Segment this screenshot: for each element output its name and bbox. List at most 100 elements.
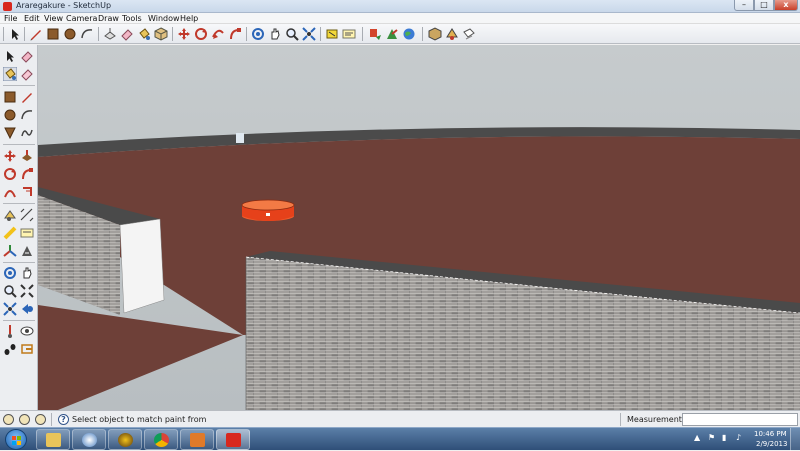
eraser-icon[interactable] [120, 27, 134, 41]
title-bar[interactable]: Araregakure - SketchUp – □ x [0, 0, 800, 13]
toolbar-separator [3, 320, 35, 321]
sketchup-logo-icon [3, 2, 12, 11]
rotate-icon[interactable] [194, 27, 208, 41]
credits-icon[interactable] [19, 414, 30, 425]
3d-text-icon[interactable] [20, 244, 34, 258]
taskbar-media-center[interactable] [180, 429, 214, 450]
eraser-icon[interactable] [20, 49, 34, 63]
tape-measure-icon[interactable] [325, 27, 339, 41]
axes-icon[interactable] [3, 244, 17, 258]
clock-date[interactable]: 2/9/2013 [756, 440, 787, 448]
pan-icon[interactable] [268, 27, 282, 41]
circle-icon[interactable] [63, 27, 77, 41]
menu-view[interactable]: View [44, 13, 63, 24]
get-models-icon[interactable] [368, 27, 382, 41]
offset-icon[interactable] [20, 185, 34, 199]
taskbar-file-explorer[interactable] [36, 429, 70, 450]
chrome-icon [154, 433, 169, 447]
arc-icon[interactable] [20, 108, 34, 122]
google-earth-icon[interactable] [402, 27, 416, 41]
paint-bucket-icon[interactable] [3, 67, 17, 81]
pencil-icon[interactable] [29, 27, 43, 41]
menu-camera[interactable]: Camera [66, 13, 97, 24]
menu-help[interactable]: Help [180, 13, 198, 24]
move-icon[interactable] [177, 27, 191, 41]
model-viewport[interactable] [38, 45, 800, 410]
text-icon[interactable] [20, 226, 34, 240]
select-icon[interactable] [8, 27, 22, 41]
freehand-icon[interactable] [20, 126, 34, 140]
styles-icon[interactable] [462, 27, 476, 41]
status-bar: ? Select object to match paint from Meas… [0, 410, 800, 427]
rotate-alt-icon[interactable] [211, 27, 225, 41]
windows-logo-icon [12, 436, 21, 445]
zoom-icon[interactable] [3, 284, 17, 298]
eraser-alt-icon[interactable] [20, 67, 34, 81]
orbit-icon[interactable] [3, 266, 17, 280]
show-desktop-button[interactable] [790, 428, 800, 451]
signin-icon[interactable] [35, 414, 46, 425]
follow-me-icon[interactable] [228, 27, 242, 41]
dimension-icon[interactable] [20, 208, 34, 222]
text-icon[interactable] [342, 27, 356, 41]
move-icon[interactable] [3, 149, 17, 163]
orbit-icon[interactable] [251, 27, 265, 41]
tray-flag-icon[interactable]: ⚑ [708, 433, 715, 442]
taskbar-chrome[interactable] [144, 429, 178, 450]
arc-icon[interactable] [80, 27, 94, 41]
start-button[interactable] [5, 429, 27, 450]
zoom-extents-icon[interactable] [302, 27, 316, 41]
windows-taskbar: ▲ ⚑ ▮ ♪ 10:46 PM 2/9/2013 [0, 427, 800, 451]
rotate-icon[interactable] [3, 167, 17, 181]
scale-icon[interactable] [3, 185, 17, 199]
toolbar-grip [3, 27, 4, 41]
previous-view-icon[interactable] [20, 302, 34, 316]
follow-me-icon[interactable] [20, 167, 34, 181]
taskbar-media-player[interactable] [72, 429, 106, 450]
section-plane-icon[interactable] [20, 342, 34, 356]
sketchup-icon [226, 433, 241, 447]
maximize-button[interactable]: □ [754, 0, 774, 11]
tape-measure-icon[interactable] [3, 208, 17, 222]
push-pull-icon[interactable] [20, 149, 34, 163]
rectangle-icon[interactable] [3, 90, 17, 104]
make-component-icon[interactable] [154, 27, 168, 41]
materials-icon[interactable] [445, 27, 459, 41]
menu-edit[interactable]: Edit [24, 13, 40, 24]
menu-draw[interactable]: Draw [98, 13, 119, 24]
minimize-button[interactable]: – [734, 0, 754, 11]
look-around-icon[interactable] [20, 324, 34, 338]
menu-file[interactable]: File [4, 13, 17, 24]
protractor-icon[interactable] [3, 226, 17, 240]
push-pull-icon[interactable] [103, 27, 117, 41]
toolbar-separator [362, 27, 363, 41]
zoom-icon[interactable] [285, 27, 299, 41]
taskbar-sketchup[interactable] [216, 429, 250, 450]
status-divider [620, 413, 621, 426]
walk-icon[interactable] [3, 342, 17, 356]
menu-tools[interactable]: Tools [122, 13, 142, 24]
position-camera-icon[interactable] [3, 324, 17, 338]
pan-icon[interactable] [20, 266, 34, 280]
zoom-window-icon[interactable] [20, 284, 34, 298]
zoom-extents-icon[interactable] [3, 302, 17, 316]
window-title: Araregakure - SketchUp [16, 1, 112, 10]
menu-window[interactable]: Window [148, 13, 180, 24]
close-button[interactable]: x [774, 0, 798, 11]
paint-bucket-icon[interactable] [137, 27, 151, 41]
select-icon[interactable] [3, 49, 17, 63]
circle-icon[interactable] [3, 108, 17, 122]
clock-time[interactable]: 10:46 PM [754, 430, 787, 438]
taskbar-warcraft[interactable] [108, 429, 142, 450]
help-icon[interactable]: ? [58, 414, 69, 425]
rectangle-icon[interactable] [46, 27, 60, 41]
tray-network-icon[interactable]: ▮ [722, 433, 726, 442]
line-icon[interactable] [20, 90, 34, 104]
tray-volume-icon[interactable]: ♪ [736, 433, 741, 442]
polygon-icon[interactable] [3, 126, 17, 140]
measurements-input[interactable] [682, 413, 798, 426]
georeference-icon[interactable] [3, 414, 14, 425]
components-icon[interactable] [428, 27, 442, 41]
share-model-icon[interactable] [385, 27, 399, 41]
tray-expand-icon[interactable]: ▲ [694, 433, 700, 442]
